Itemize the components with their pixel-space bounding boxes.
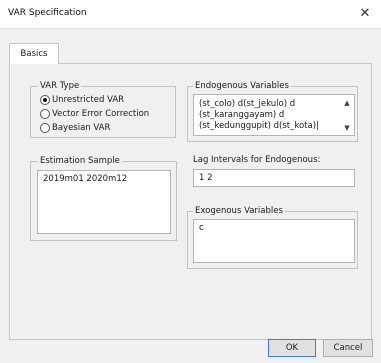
radio-bayesian-var[interactable]: Bayesian VAR bbox=[40, 121, 110, 134]
radio-bayesian-var-label: Bayesian VAR bbox=[52, 122, 111, 133]
cancel-button[interactable]: Cancel bbox=[323, 339, 373, 357]
radio-vector-error-correction[interactable]: Vector Error Correction bbox=[40, 107, 149, 120]
estimation-sample-label: Estimation Sample bbox=[38, 156, 122, 166]
scroll-up-icon[interactable]: ▲ bbox=[341, 98, 353, 108]
window-title: VAR Specification bbox=[8, 8, 87, 18]
estimation-sample-field[interactable]: 2019m01 2020m12 bbox=[37, 170, 171, 234]
exogenous-variables-field[interactable]: c bbox=[193, 219, 355, 263]
endogenous-line: (st_kedunggupit) d(st_kota)| bbox=[199, 121, 319, 131]
scroll-down-icon[interactable]: ▼ bbox=[341, 123, 353, 133]
radio-checked-icon[interactable] bbox=[40, 94, 50, 105]
lag-intervals-label: Lag Intervals for Endogenous: bbox=[191, 155, 323, 165]
radio-unchecked-icon[interactable] bbox=[40, 108, 50, 119]
endogenous-variables-field[interactable]: (st_colo) d(st_jekulo) d (st_karanggayam… bbox=[193, 94, 355, 136]
radio-unrestricted-var-label: Unrestricted VAR bbox=[52, 94, 125, 105]
endogenous-line: (st_karanggayam) d bbox=[199, 110, 285, 120]
tab-basics[interactable]: Basics bbox=[9, 43, 59, 64]
close-icon[interactable]: ✕ bbox=[356, 5, 374, 23]
ok-button[interactable]: OK bbox=[268, 339, 316, 357]
endogenous-line: (st_colo) d(st_jekulo) d bbox=[199, 99, 296, 109]
radio-unrestricted-var[interactable]: Unrestricted VAR bbox=[40, 93, 124, 106]
tab-basics-label: Basics bbox=[20, 49, 48, 59]
endogenous-variables-label: Endogenous Variables bbox=[193, 81, 291, 91]
var-type-label: VAR Type bbox=[38, 81, 82, 91]
lag-intervals-field[interactable]: 1 2 bbox=[193, 169, 355, 187]
radio-vector-error-correction-label: Vector Error Correction bbox=[52, 108, 150, 119]
radio-unchecked-icon[interactable] bbox=[40, 122, 50, 133]
exogenous-variables-label: Exogenous Variables bbox=[193, 206, 285, 216]
